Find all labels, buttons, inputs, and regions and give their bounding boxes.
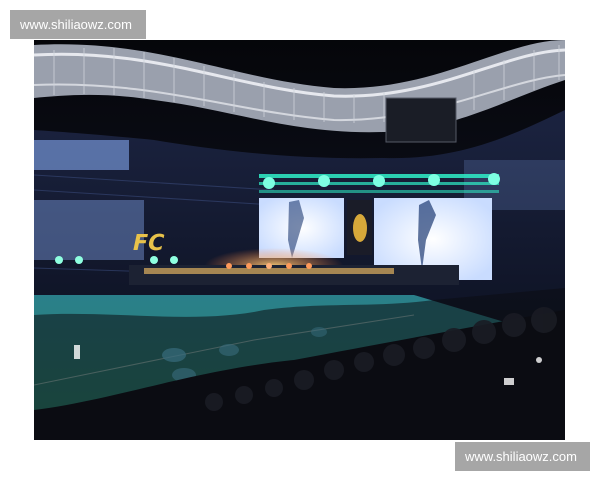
watermark-top: www.shiliaowz.com [10,10,146,39]
scoreboard [385,97,457,143]
stage-light-rig [259,173,500,193]
trophy [353,214,367,242]
stadium-photo-canvas: FC [34,40,565,440]
page: www.shiliaowz.com FC www.shiliaowz.com [0,0,600,480]
stadium-photo: FC [34,40,565,440]
fc-banner: FC [130,230,167,256]
watermark-bottom: www.shiliaowz.com [455,442,590,471]
